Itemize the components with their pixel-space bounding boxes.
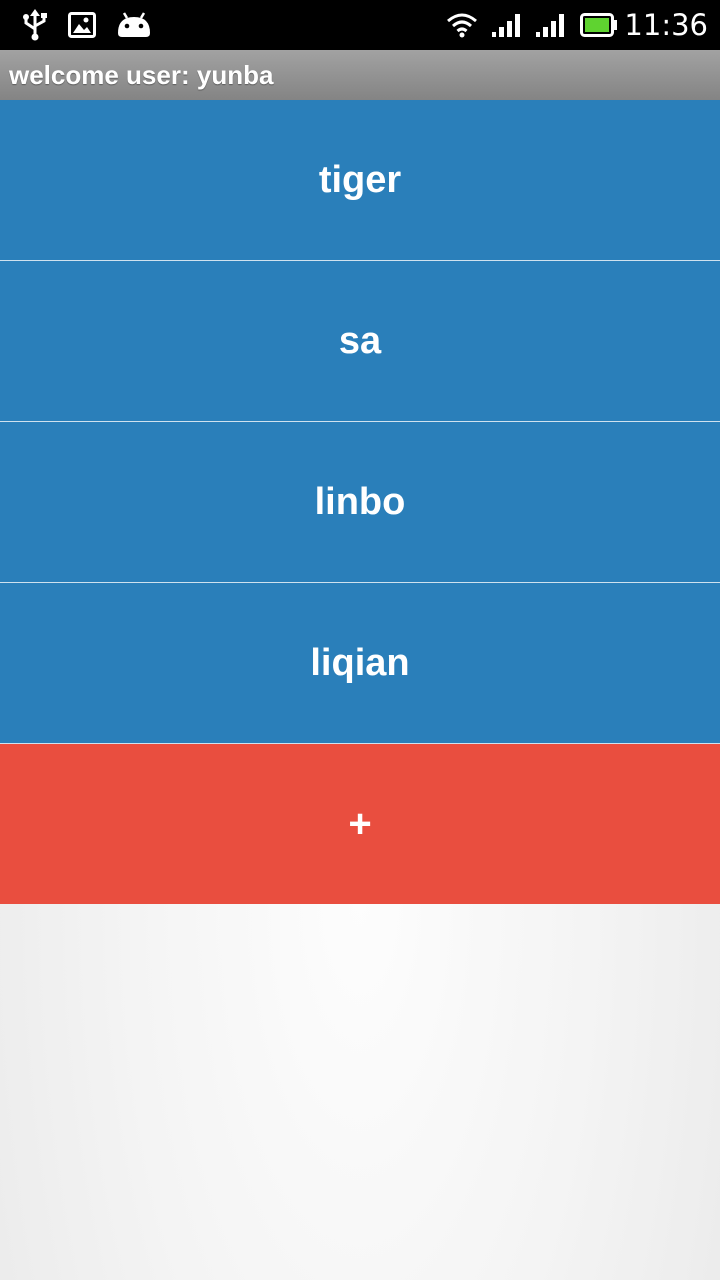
notification-icons: [22, 9, 172, 41]
clock: 11:36: [624, 8, 708, 42]
android-icon: [116, 11, 152, 39]
user-name: linbo: [314, 480, 406, 523]
user-item-sa[interactable]: sa: [0, 261, 720, 422]
add-user-button[interactable]: +: [0, 744, 720, 904]
status-bar: 11:36: [0, 0, 720, 50]
signal-icon-2: [536, 12, 566, 38]
battery-icon: [580, 13, 618, 37]
add-button-label: +: [348, 801, 372, 846]
usb-icon: [22, 9, 48, 41]
image-notification-icon: [68, 12, 96, 38]
title-bar: welcome user: yunba: [0, 50, 720, 100]
welcome-title: welcome user: yunba: [9, 59, 274, 90]
user-name: tiger: [318, 158, 402, 201]
user-item-linbo[interactable]: linbo: [0, 422, 720, 583]
signal-icon: [492, 12, 522, 38]
system-icons: 11:36: [432, 8, 708, 42]
user-name: sa: [338, 319, 382, 362]
user-item-tiger[interactable]: tiger: [0, 100, 720, 261]
user-list: tiger sa linbo liqian: [0, 100, 720, 744]
wifi-icon: [446, 12, 478, 38]
user-name: liqian: [310, 641, 410, 684]
user-item-liqian[interactable]: liqian: [0, 583, 720, 744]
